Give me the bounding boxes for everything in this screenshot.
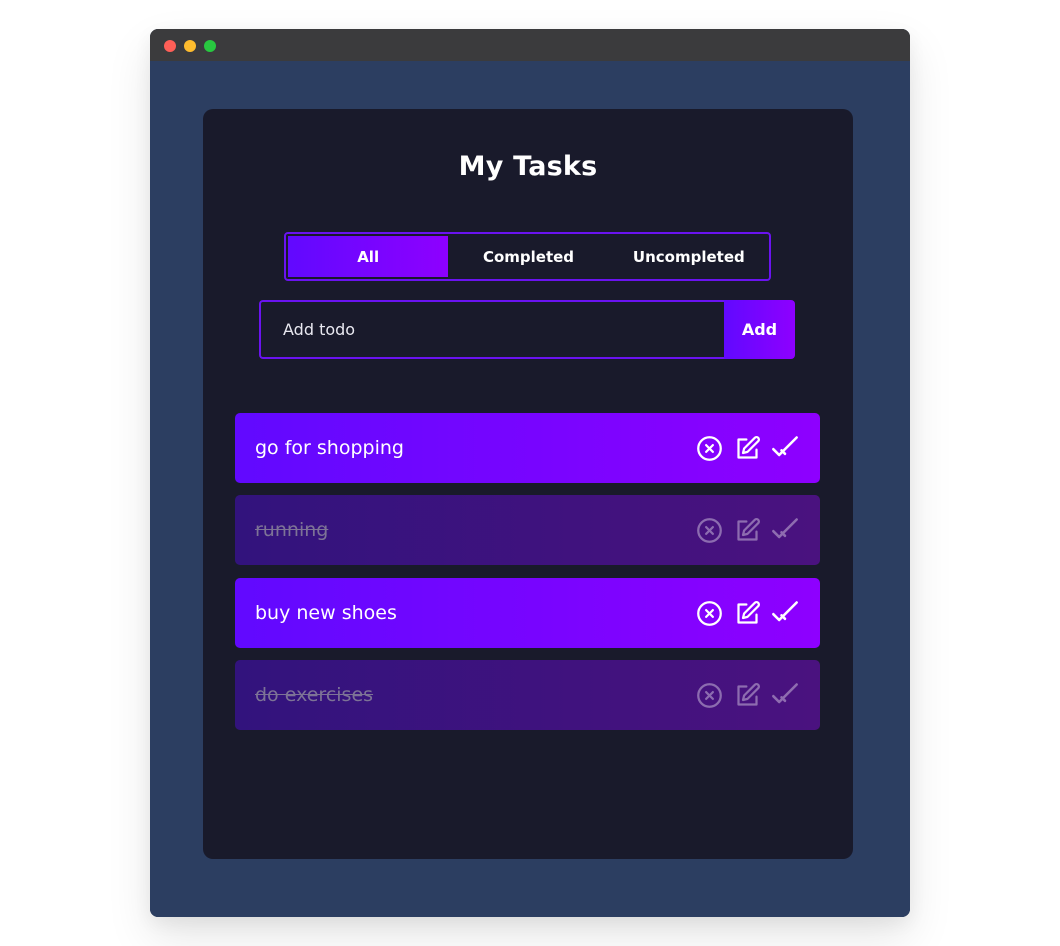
add-todo-input[interactable]	[259, 300, 724, 359]
todo-text: do exercises	[255, 684, 374, 706]
x-circle-icon[interactable]	[694, 433, 724, 463]
x-circle-icon[interactable]	[694, 598, 724, 628]
check-icon[interactable]	[770, 680, 800, 710]
todo-actions	[694, 598, 800, 628]
close-window-button[interactable]	[164, 40, 176, 52]
filter-tabs: All Completed Uncompleted	[284, 232, 771, 281]
todo-actions	[694, 680, 800, 710]
window-titlebar	[150, 29, 910, 61]
edit-icon[interactable]	[732, 433, 762, 463]
maximize-window-button[interactable]	[204, 40, 216, 52]
minimize-window-button[interactable]	[184, 40, 196, 52]
tab-uncompleted[interactable]: Uncompleted	[609, 234, 769, 279]
todo-app-card: My Tasks All Completed Uncompleted Add g…	[203, 109, 853, 859]
tab-all[interactable]: All	[288, 236, 449, 277]
browser-window: My Tasks All Completed Uncompleted Add g…	[150, 29, 910, 917]
add-button[interactable]: Add	[724, 300, 795, 359]
todo-text: buy new shoes	[255, 602, 397, 624]
todo-text: running	[255, 519, 329, 541]
check-icon[interactable]	[770, 433, 800, 463]
x-circle-icon[interactable]	[694, 515, 724, 545]
edit-icon[interactable]	[732, 515, 762, 545]
todo-item: buy new shoes	[235, 578, 820, 648]
page-title: My Tasks	[458, 151, 598, 182]
todo-item: go for shopping	[235, 413, 820, 483]
edit-icon[interactable]	[732, 598, 762, 628]
x-circle-icon[interactable]	[694, 680, 724, 710]
todo-actions	[694, 433, 800, 463]
todo-item: do exercises	[235, 660, 820, 730]
todo-actions	[694, 515, 800, 545]
check-icon[interactable]	[770, 598, 800, 628]
page-viewport: My Tasks All Completed Uncompleted Add g…	[150, 61, 910, 917]
edit-icon[interactable]	[732, 680, 762, 710]
check-icon[interactable]	[770, 515, 800, 545]
add-todo-form: Add	[259, 300, 795, 359]
tab-completed[interactable]: Completed	[448, 234, 608, 279]
todo-item: running	[235, 495, 820, 565]
todo-text: go for shopping	[255, 437, 404, 459]
